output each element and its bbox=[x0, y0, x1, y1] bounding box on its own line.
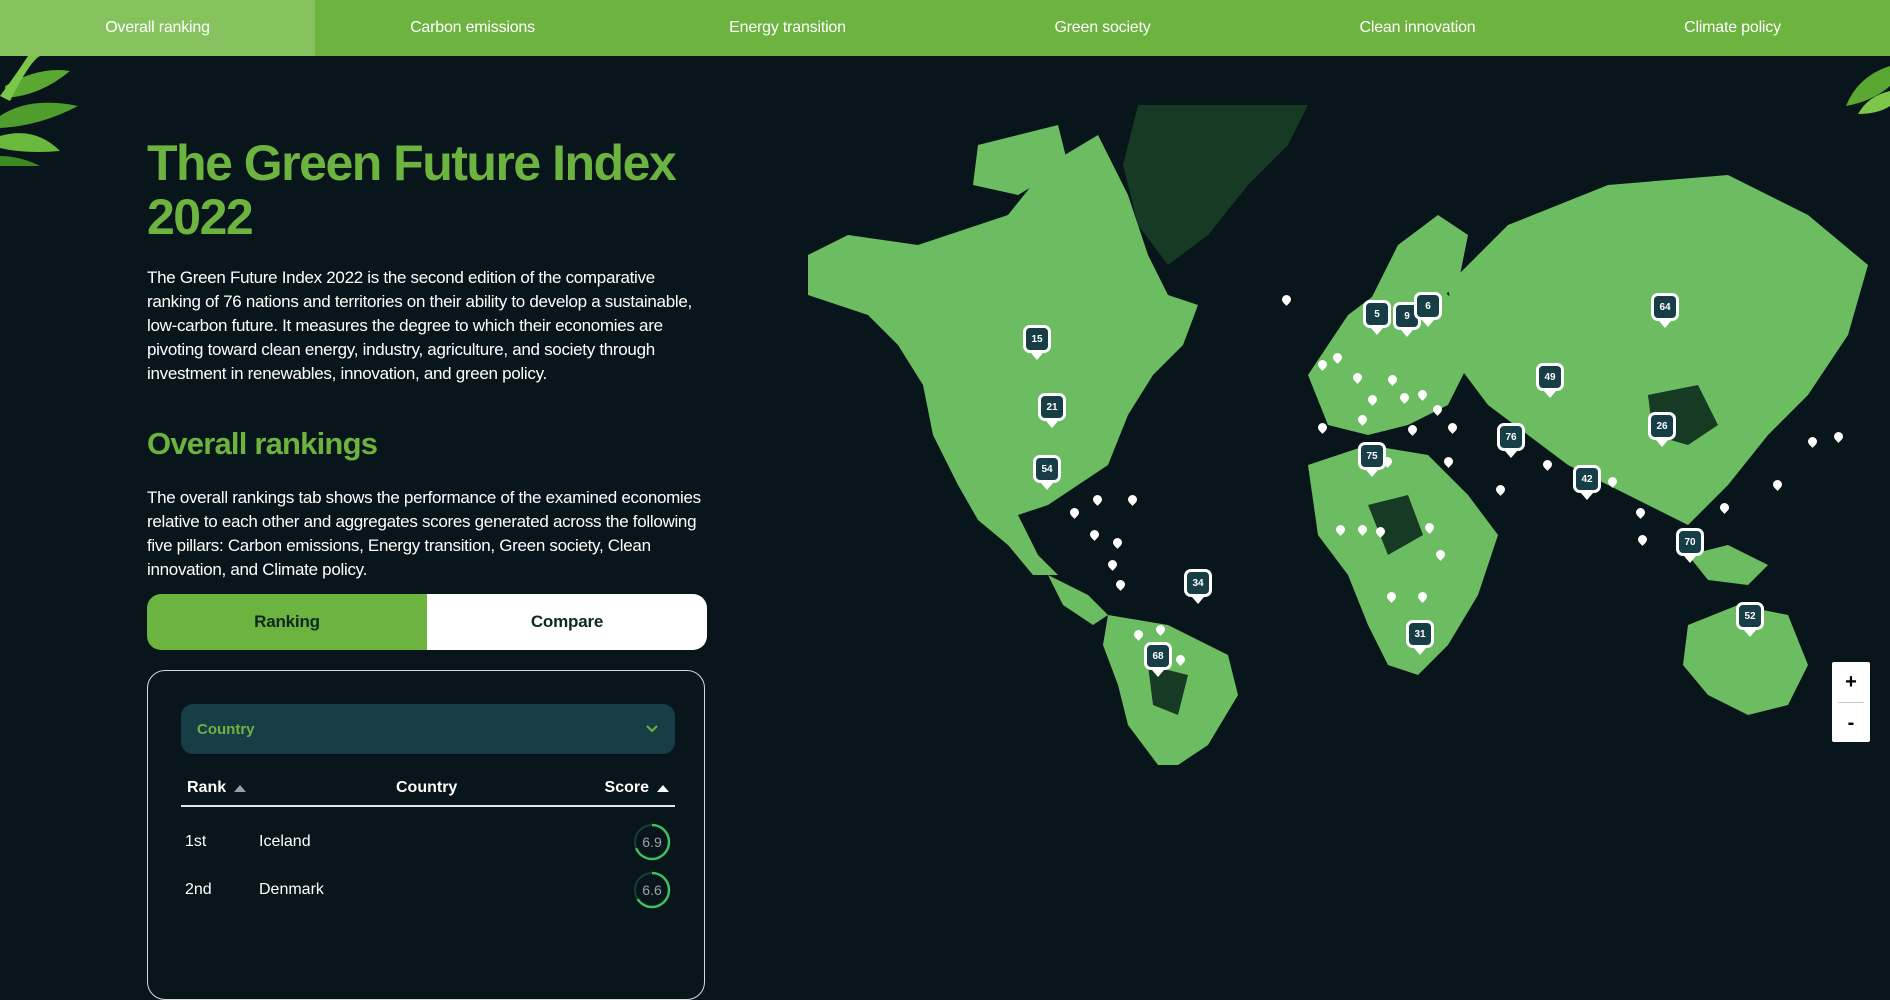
zoom-out-button[interactable]: - bbox=[1832, 703, 1870, 743]
marker-pointer bbox=[1505, 451, 1517, 458]
marker-label: 34 bbox=[1184, 569, 1212, 597]
map-marker[interactable]: 21 bbox=[1038, 393, 1066, 428]
chevron-down-icon bbox=[646, 725, 658, 733]
sort-up-icon bbox=[657, 784, 669, 792]
compare-toggle-button[interactable]: Compare bbox=[427, 594, 707, 650]
marker-pointer bbox=[1544, 391, 1556, 398]
marker-label: 76 bbox=[1497, 423, 1525, 451]
marker-pointer bbox=[1401, 330, 1413, 337]
map-marker[interactable]: 34 bbox=[1184, 569, 1212, 604]
section-title: Overall rankings bbox=[147, 426, 378, 461]
leaf-decoration-left bbox=[0, 56, 78, 166]
marker-label: 75 bbox=[1358, 442, 1386, 470]
marker-label: 64 bbox=[1651, 293, 1679, 321]
row-country: Denmark bbox=[259, 881, 324, 898]
marker-label: 70 bbox=[1676, 528, 1704, 556]
country-filter-dropdown[interactable]: Country bbox=[181, 704, 675, 754]
marker-pointer bbox=[1422, 320, 1434, 327]
map-marker[interactable]: 6 bbox=[1414, 292, 1442, 327]
table-header: Rank Country Score bbox=[181, 771, 675, 807]
marker-label: 52 bbox=[1736, 602, 1764, 630]
rank-header-label: Rank bbox=[187, 779, 227, 796]
tab-clean-innovation[interactable]: Clean innovation bbox=[1260, 0, 1575, 56]
row-country: Iceland bbox=[259, 833, 311, 850]
marker-label: 21 bbox=[1038, 393, 1066, 421]
map-marker[interactable]: 52 bbox=[1736, 602, 1764, 637]
marker-label: 6 bbox=[1414, 292, 1442, 320]
score-ring: 6.6 bbox=[633, 871, 671, 909]
country-header-label: Country bbox=[396, 779, 458, 796]
row-score: 6.9 bbox=[642, 834, 662, 850]
marker-pointer bbox=[1041, 483, 1053, 490]
asia-shape bbox=[1448, 175, 1868, 525]
map-marker[interactable]: 49 bbox=[1536, 363, 1564, 398]
marker-pointer bbox=[1371, 328, 1383, 335]
marker-pointer bbox=[1366, 470, 1378, 477]
map-marker[interactable]: 68 bbox=[1144, 642, 1172, 677]
marker-pointer bbox=[1192, 597, 1204, 604]
greenland-shape bbox=[1123, 105, 1308, 265]
marker-label: 26 bbox=[1648, 412, 1676, 440]
map-marker[interactable]: 31 bbox=[1406, 620, 1434, 655]
left-panel: The Green Future Index 2022 The Green Fu… bbox=[147, 56, 707, 1000]
map-marker[interactable]: 5 bbox=[1363, 300, 1391, 335]
zoom-in-button[interactable]: + bbox=[1832, 662, 1870, 702]
marker-label: 31 bbox=[1406, 620, 1434, 648]
marker-label: 54 bbox=[1033, 455, 1061, 483]
world-map[interactable]: 15 21 54 5 9 6 64 49 26 76 75 42 70 34 3… bbox=[808, 105, 1878, 765]
marker-pointer bbox=[1046, 421, 1058, 428]
central-america-shape bbox=[1048, 575, 1108, 625]
map-marker[interactable]: 42 bbox=[1573, 465, 1601, 500]
map-marker[interactable]: 15 bbox=[1023, 325, 1051, 360]
tab-climate-policy[interactable]: Climate policy bbox=[1575, 0, 1890, 56]
marker-label: 15 bbox=[1023, 325, 1051, 353]
marker-label: 42 bbox=[1573, 465, 1601, 493]
marker-pointer bbox=[1744, 630, 1756, 637]
map-marker[interactable]: 70 bbox=[1676, 528, 1704, 563]
country-filter-label: Country bbox=[197, 720, 255, 738]
intro-text: The Green Future Index 2022 is the secon… bbox=[147, 268, 692, 383]
map-marker[interactable]: 26 bbox=[1648, 412, 1676, 447]
tab-green-society[interactable]: Green society bbox=[945, 0, 1260, 56]
map-marker[interactable]: 64 bbox=[1651, 293, 1679, 328]
score-header-label: Score bbox=[604, 779, 649, 796]
marker-pointer bbox=[1659, 321, 1671, 328]
marker-pointer bbox=[1031, 353, 1043, 360]
marker-label: 5 bbox=[1363, 300, 1391, 328]
tab-carbon-emissions[interactable]: Carbon emissions bbox=[315, 0, 630, 56]
marker-pointer bbox=[1414, 648, 1426, 655]
table-row[interactable]: 2nd Denmark 6.6 bbox=[181, 867, 675, 913]
rank-column-header[interactable]: Rank bbox=[187, 779, 247, 797]
map-zoom-controls: + - bbox=[1832, 662, 1870, 742]
africa-shape bbox=[1308, 445, 1498, 675]
score-column-header[interactable]: Score bbox=[605, 779, 669, 797]
marker-pointer bbox=[1152, 670, 1164, 677]
ranking-toggle-button[interactable]: Ranking bbox=[147, 594, 427, 650]
table-row[interactable]: 1st Iceland 6.9 bbox=[181, 819, 675, 865]
marker-pointer bbox=[1656, 440, 1668, 447]
row-rank: 1st bbox=[185, 833, 207, 850]
top-navigation: Overall ranking Carbon emissions Energy … bbox=[0, 0, 1890, 56]
map-marker[interactable]: 76 bbox=[1497, 423, 1525, 458]
marker-pointer bbox=[1581, 493, 1593, 500]
country-column-header[interactable]: Country bbox=[396, 779, 457, 797]
view-toggle: Ranking Compare bbox=[147, 594, 707, 650]
sort-up-icon bbox=[234, 784, 247, 792]
page-title: The Green Future Index 2022 bbox=[147, 135, 677, 245]
tab-overall-ranking[interactable]: Overall ranking bbox=[0, 0, 315, 56]
section-description: The overall rankings tab shows the perfo… bbox=[147, 488, 701, 579]
row-score: 6.6 bbox=[642, 882, 662, 898]
marker-label: 68 bbox=[1144, 642, 1172, 670]
marker-label: 49 bbox=[1536, 363, 1564, 391]
marker-pointer bbox=[1684, 556, 1696, 563]
score-ring: 6.9 bbox=[633, 823, 671, 861]
ranking-table-card: Country Rank Country Score 1st Iceland 6… bbox=[147, 670, 705, 1000]
map-marker[interactable]: 54 bbox=[1033, 455, 1061, 490]
tab-energy-transition[interactable]: Energy transition bbox=[630, 0, 945, 56]
world-map-graphic bbox=[808, 105, 1868, 765]
row-rank: 2nd bbox=[185, 881, 212, 898]
